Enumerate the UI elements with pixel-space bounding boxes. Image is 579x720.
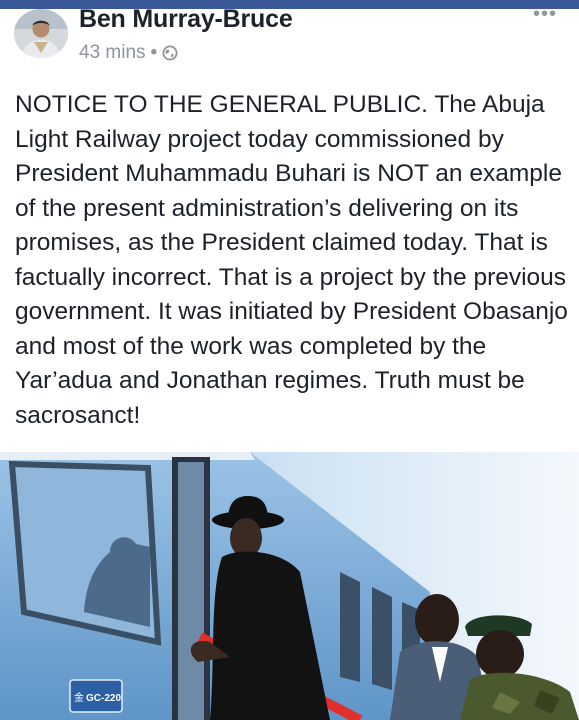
meta-separator: • xyxy=(150,42,158,63)
train-roof-edge xyxy=(0,452,255,460)
train-number-prefix: 金 xyxy=(74,691,84,704)
train-number: GC-220 xyxy=(86,693,121,704)
post-text: NOTICE TO THE GENERAL PUBLIC. The Abuja … xyxy=(15,91,568,429)
post-meta: 43 mins • xyxy=(79,41,178,65)
door-glass xyxy=(178,462,204,720)
timestamp[interactable]: 43 mins xyxy=(79,42,146,64)
post-photo[interactable]: 金 GC-220 xyxy=(0,452,579,720)
avatar[interactable] xyxy=(14,9,68,58)
face xyxy=(415,594,459,646)
globe-icon[interactable] xyxy=(162,45,178,61)
avatar-photo xyxy=(14,9,68,58)
side-window xyxy=(372,587,392,690)
side-window xyxy=(340,572,360,682)
author-name[interactable]: Ben Murray-Bruce xyxy=(79,5,293,34)
face xyxy=(476,630,524,678)
more-options-icon[interactable]: ••• xyxy=(533,4,557,24)
